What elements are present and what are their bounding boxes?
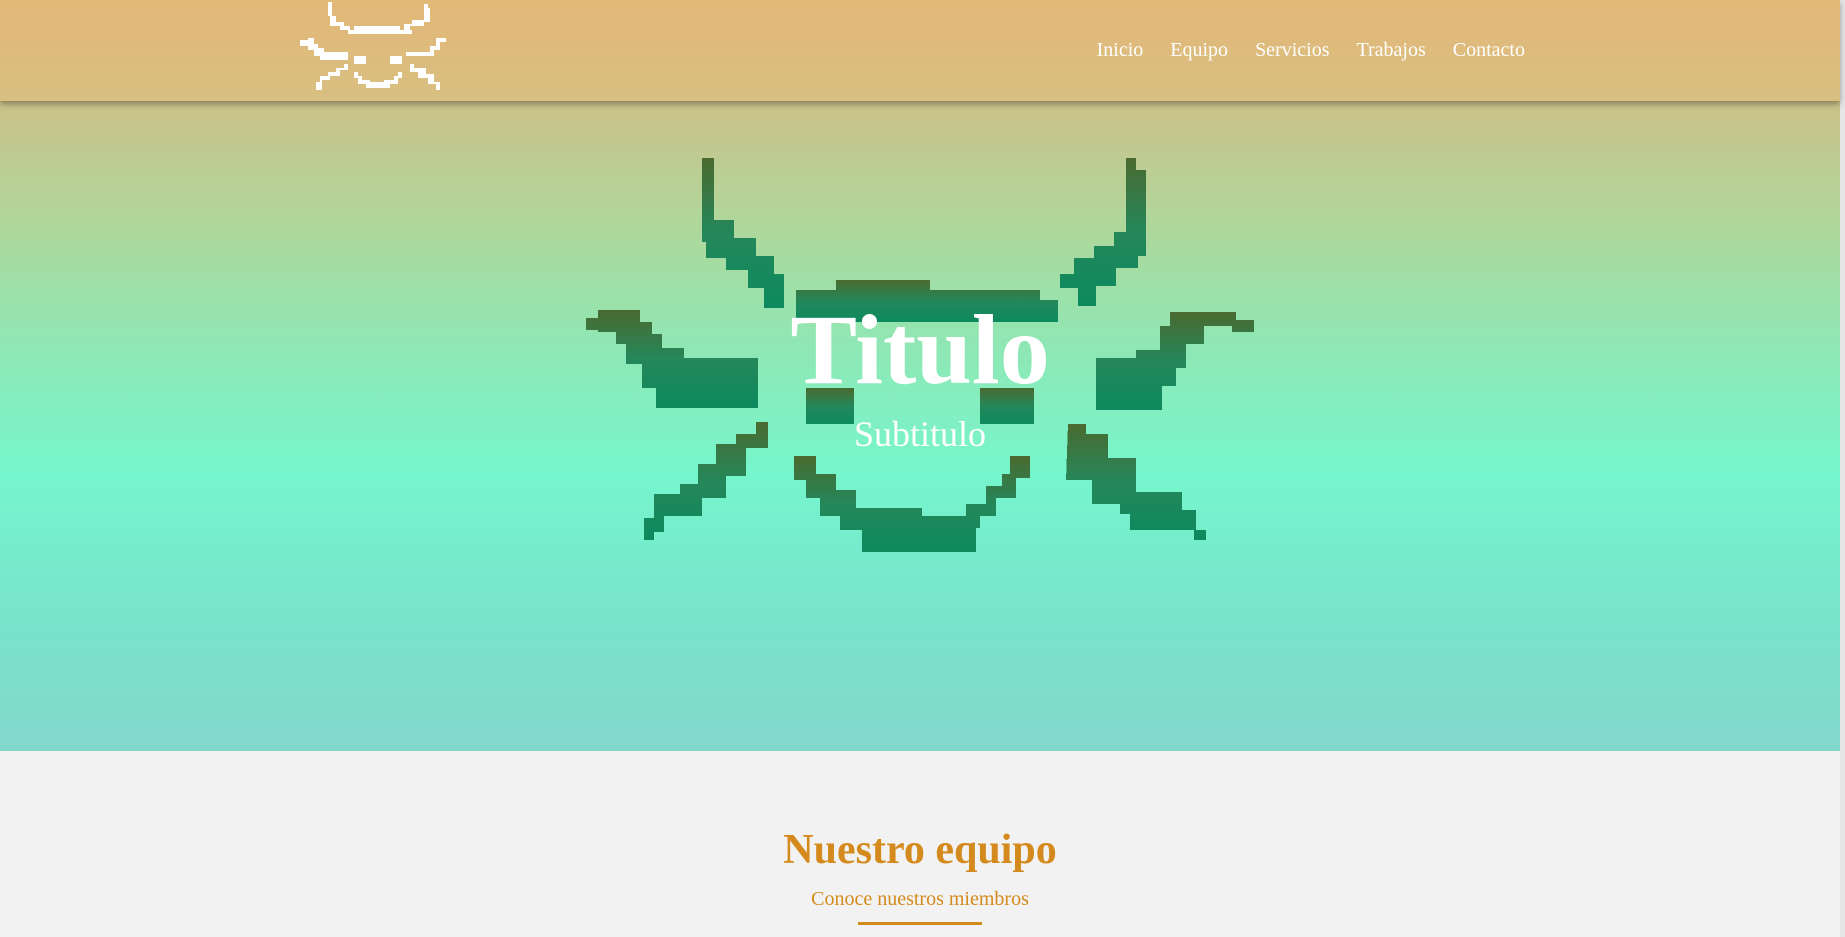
nav-link-contacto[interactable]: Contacto: [1453, 39, 1525, 62]
hero-section: Titulo Subtitulo: [0, 0, 1840, 751]
team-divider: [858, 922, 982, 925]
team-title: Nuestro equipo: [783, 827, 1057, 873]
nav-link-equipo[interactable]: Equipo: [1170, 39, 1228, 62]
team-subtitle: Conoce nuestros miembros: [811, 888, 1029, 910]
navbar: Inicio Equipo Servicios Trabajos Contact…: [0, 0, 1840, 101]
nav-link-trabajos[interactable]: Trabajos: [1357, 39, 1426, 62]
hero-title: Titulo: [790, 294, 1050, 405]
nav-link-inicio[interactable]: Inicio: [1097, 39, 1144, 62]
nav-link-servicios[interactable]: Servicios: [1255, 39, 1329, 62]
hero-subtitle: Subtitulo: [853, 414, 987, 454]
scrollbar[interactable]: [1840, 0, 1845, 937]
nav-links: Inicio Equipo Servicios Trabajos Contact…: [1097, 39, 1525, 62]
bug-logo-icon[interactable]: [300, 2, 458, 92]
